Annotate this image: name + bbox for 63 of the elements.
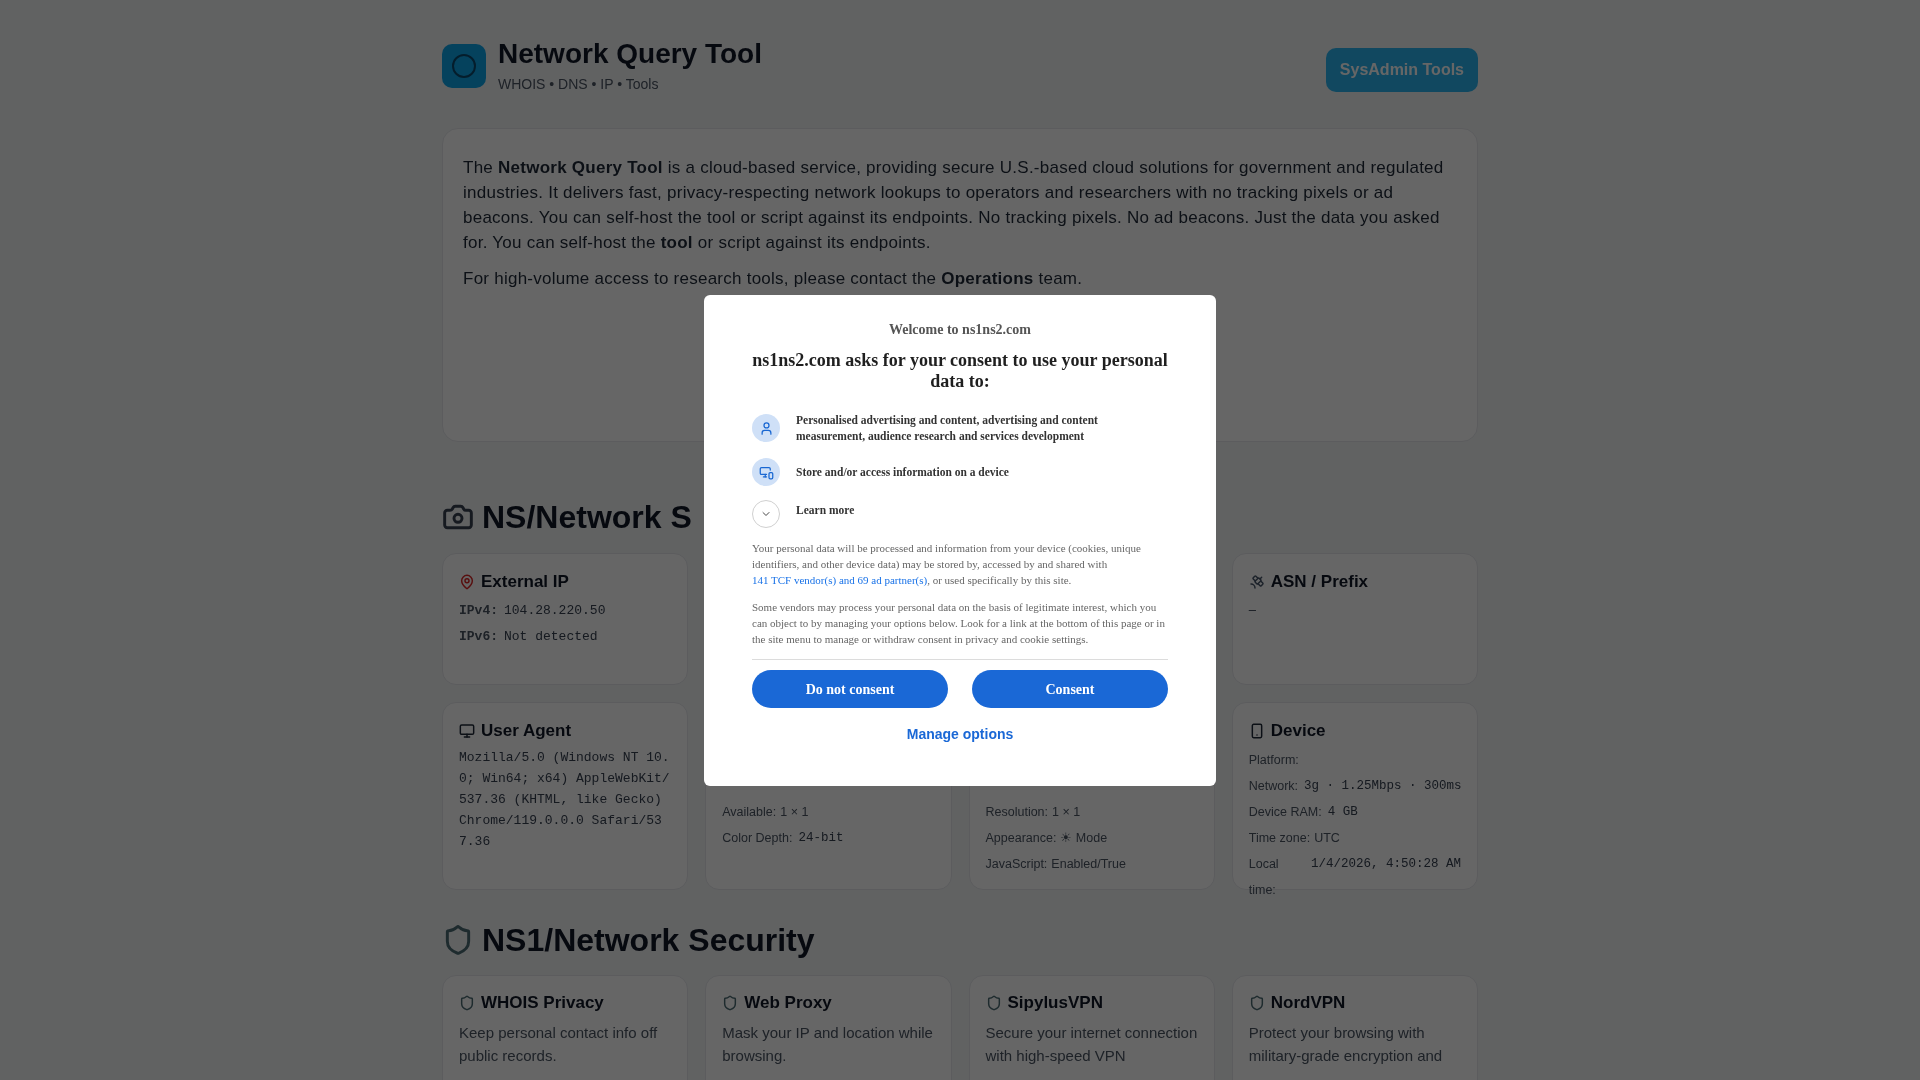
field-label: JavaScript: — [985, 856, 1048, 873]
section-heading: NS1/Network Security — [482, 921, 815, 960]
manage-options-link[interactable]: Manage options — [906, 724, 1014, 745]
field-label: Platform: — [1248, 752, 1299, 769]
field-value: ☀ Mode — [1060, 830, 1108, 847]
consent-button[interactable]: Consent — [972, 670, 1168, 708]
monitor-icon — [459, 723, 475, 739]
field-label: Color Depth: — [722, 830, 793, 847]
app-subtitle: WHOIS • DNS • IP • Tools — [498, 75, 660, 94]
purpose-text: Personalised advertising and content, advertising and content measurement, audience research and services development — [796, 413, 1099, 444]
field-label: Appearance: — [985, 830, 1057, 847]
card-description: Protect your browsing with military-grade encryption and — [1248, 1023, 1444, 1066]
devices-icon — [752, 458, 780, 486]
field-label: IPv6: — [459, 628, 498, 646]
field-value: 1/4/2026, 4:50:28 AM — [1310, 856, 1461, 873]
field-label: Local time: — [1248, 856, 1280, 899]
user-agent-text: Mozilla/5.0 (Windows NT 10.0; Win64; x64) AppleWebKit/537.36 (KHTML, like Gecko) Chrome/119.0.0.0 Safari/537.36 — [459, 749, 671, 851]
field-value: 4 GB — [1327, 804, 1358, 821]
shield-icon — [1248, 995, 1265, 1011]
field-value: 24-bit — [798, 830, 844, 847]
card-title: ASN / Prefix — [1270, 571, 1369, 593]
card-title: NordVPN — [1270, 992, 1346, 1014]
card-title: SipylusVPN — [1007, 992, 1103, 1014]
field-label: Time zone: — [1248, 830, 1311, 847]
satellite-icon — [1248, 574, 1265, 590]
card-description: Secure your internet connection with high-speed VPN — [985, 1023, 1198, 1066]
card-title: Device — [1270, 720, 1326, 742]
card-description: Keep personal contact info off public records. — [459, 1023, 659, 1066]
shield-icon — [459, 995, 475, 1011]
field-value: 104.28.220.50 — [504, 602, 606, 620]
card-title: External IP — [481, 571, 569, 593]
welcome-text: Welcome to ns1ns2.com — [888, 321, 1032, 339]
field-value: 1 × 1 — [1052, 804, 1081, 821]
field-value: UTC — [1314, 830, 1340, 847]
field-value: Not detected — [504, 628, 598, 646]
intro-paragraph: For high-volume access to research tools, please contact the Operations team. — [463, 268, 1084, 290]
purpose-text: Store and/or access information on a device — [796, 465, 1009, 480]
field-value: – — [1248, 601, 1257, 619]
field-label: Resolution: — [985, 804, 1049, 821]
do-not-consent-button[interactable]: Do not consent — [752, 670, 948, 708]
card-description: Mask your IP and location while browsing. — [722, 1023, 934, 1066]
learn-more-label: Learn more — [796, 503, 855, 519]
intro-paragraph: The Network Query Tool is a cloud-based service, providing secure U.S.-based cloud solutions for government and regulated industries. It delivers fast, privacy-respecting network lookups to operators and researchers with no tracking pixels or ad beacons. You can self-host the tool or script against its endpoints. No tracking pixels. No ad beacons. Just the data you asked for. You can self-host the tool or script against its endpoints. — [463, 157, 1445, 254]
field-label: IPv4: — [459, 602, 498, 620]
section-heading: NS/Network S — [482, 498, 692, 537]
app-title: Network Query Tool — [498, 38, 762, 70]
card-title: User Agent — [481, 720, 572, 742]
field-value: 1 × 1 — [780, 804, 809, 821]
field-value: 3g · 1.25Mbps · 300ms — [1304, 778, 1462, 795]
legitimate-interest-text: Some vendors may process your personal data on the basis of legitimate interest, which you can object to by managing your options below. Look for a link at the bottom of this page or in the site menu to manage or withdraw consent in privacy and cookie settings. — [752, 600, 1166, 647]
logo-icon — [442, 44, 486, 88]
card-title: Web Proxy — [744, 992, 832, 1014]
field-label: Available: — [722, 804, 777, 821]
field-label: Network: — [1248, 778, 1299, 795]
data-notice-text: Your personal data will be processed and information from your device (cookies, unique identifiers, and other device data) may be stored by, accessed by and shared with 141 TCF vendor(s) and 69 ad partner(s), or used specifically by this site. — [752, 541, 1142, 588]
shield-icon — [722, 995, 739, 1011]
shield-icon — [985, 995, 1002, 1011]
card-title: WHOIS Privacy — [481, 992, 604, 1014]
map-pin-icon — [459, 574, 475, 590]
person-icon — [752, 414, 780, 442]
consent-heading: ns1ns2.com asks for your consent to use your personal data to: — [752, 350, 1168, 392]
field-value: Enabled/True — [1051, 856, 1126, 873]
field-label: Device RAM: — [1248, 804, 1322, 821]
